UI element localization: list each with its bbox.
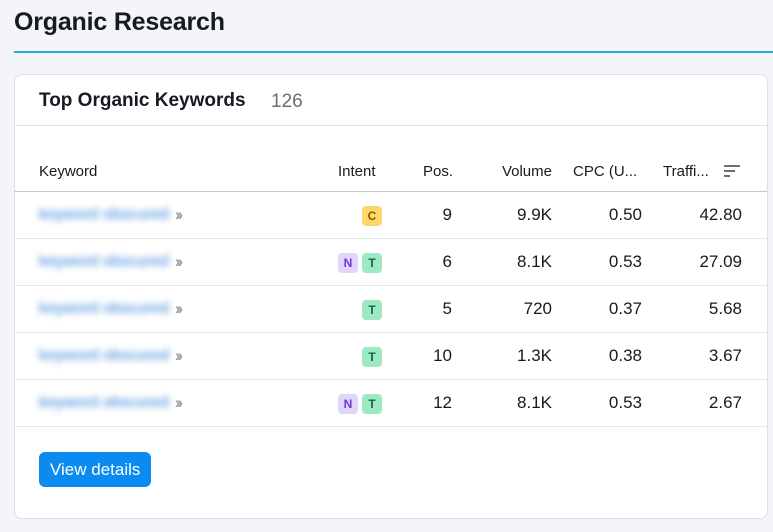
cpc-cell: 0.37	[608, 299, 642, 318]
table-row: keyword obscured ›› T 5 720 0.37 5.68	[15, 286, 767, 333]
keywords-table: Keyword Intent Pos. Volume CPC (U... Tra…	[15, 153, 767, 427]
intent-badge[interactable]: T	[362, 347, 382, 367]
pos-cell: 10	[433, 346, 452, 365]
traffic-cell: 5.68	[708, 299, 742, 318]
intent-cell: T	[362, 347, 382, 367]
table-row: keyword obscured ›› N T 6 8.1K 0.53 27.09	[15, 239, 767, 286]
header-traffic[interactable]: Traffi...	[663, 163, 709, 180]
double-chevron-right-icon[interactable]: ››	[175, 299, 184, 319]
view-details-button[interactable]: View details	[39, 452, 152, 487]
pos-cell: 5	[442, 299, 452, 318]
intent-badge[interactable]: T	[362, 394, 382, 414]
keyword-cell: keyword obscured ››	[39, 205, 184, 225]
intent-cell: NT	[338, 394, 382, 414]
header-keyword: Keyword	[39, 163, 98, 180]
intent-cell: NT	[338, 253, 382, 273]
volume-cell: 9.9K	[517, 205, 552, 224]
keyword-link[interactable]: keyword obscured	[39, 347, 169, 365]
cpc-cell: 0.53	[608, 393, 642, 412]
keyword-cell: keyword obscured ››	[39, 346, 184, 366]
top-organic-keywords-card: Top Organic Keywords 126 Keyword Intent …	[14, 74, 768, 519]
traffic-cell: 3.67	[708, 346, 742, 365]
header-intent: Intent	[338, 163, 376, 180]
intent-badge[interactable]: C	[362, 206, 382, 226]
cpc-cell: 0.38	[608, 346, 642, 365]
intent-badge[interactable]: T	[362, 300, 382, 320]
title-underline	[14, 51, 773, 53]
table-row: keyword obscured ›› T 10 1.3K 0.38 3.67	[15, 333, 767, 380]
keyword-cell: keyword obscured ››	[39, 252, 184, 272]
keyword-cell: keyword obscured ››	[39, 393, 184, 413]
pos-cell: 12	[433, 393, 452, 412]
double-chevron-right-icon[interactable]: ››	[175, 252, 184, 272]
double-chevron-right-icon[interactable]: ››	[175, 205, 184, 225]
volume-cell: 8.1K	[517, 393, 552, 412]
keyword-link[interactable]: keyword obscured	[39, 206, 169, 224]
volume-cell: 1.3K	[517, 346, 552, 365]
intent-cell: C	[362, 206, 382, 226]
card-title[interactable]: Top Organic Keywords	[39, 90, 246, 112]
intent-badge[interactable]: N	[338, 394, 358, 414]
pos-cell: 9	[442, 205, 452, 224]
keyword-link[interactable]: keyword obscured	[39, 394, 169, 412]
cpc-cell: 0.53	[608, 252, 642, 271]
traffic-cell: 27.09	[699, 252, 742, 271]
keyword-cell: keyword obscured ››	[39, 299, 184, 319]
intent-cell: T	[362, 300, 382, 320]
keyword-count: 126	[271, 91, 303, 112]
pos-cell: 6	[442, 252, 452, 271]
double-chevron-right-icon[interactable]: ››	[175, 393, 184, 413]
sort-icon[interactable]	[724, 164, 740, 178]
header-pos[interactable]: Pos.	[423, 163, 453, 180]
keyword-link[interactable]: keyword obscured	[39, 253, 169, 271]
traffic-cell: 2.67	[708, 393, 742, 412]
table-row: keyword obscured ›› N T 12 8.1K 0.53 2.67	[15, 380, 767, 427]
volume-cell: 720	[523, 299, 552, 318]
table-row: keyword obscured ›› C 9 9.9K 0.50 42.80	[15, 192, 767, 239]
intent-badge[interactable]: T	[362, 253, 382, 273]
card-header: Top Organic Keywords 126	[15, 75, 767, 126]
table-header-row: Keyword Intent Pos. Volume CPC (U... Tra…	[15, 153, 767, 192]
traffic-cell: 42.80	[699, 205, 742, 224]
volume-cell: 8.1K	[517, 252, 552, 271]
keyword-link[interactable]: keyword obscured	[39, 300, 169, 318]
page-title: Organic Research	[14, 8, 225, 36]
header-volume[interactable]: Volume	[502, 163, 552, 180]
header-cpc[interactable]: CPC (U...	[573, 163, 637, 180]
double-chevron-right-icon[interactable]: ››	[175, 346, 184, 366]
cpc-cell: 0.50	[608, 205, 642, 224]
intent-badge[interactable]: N	[338, 253, 358, 273]
